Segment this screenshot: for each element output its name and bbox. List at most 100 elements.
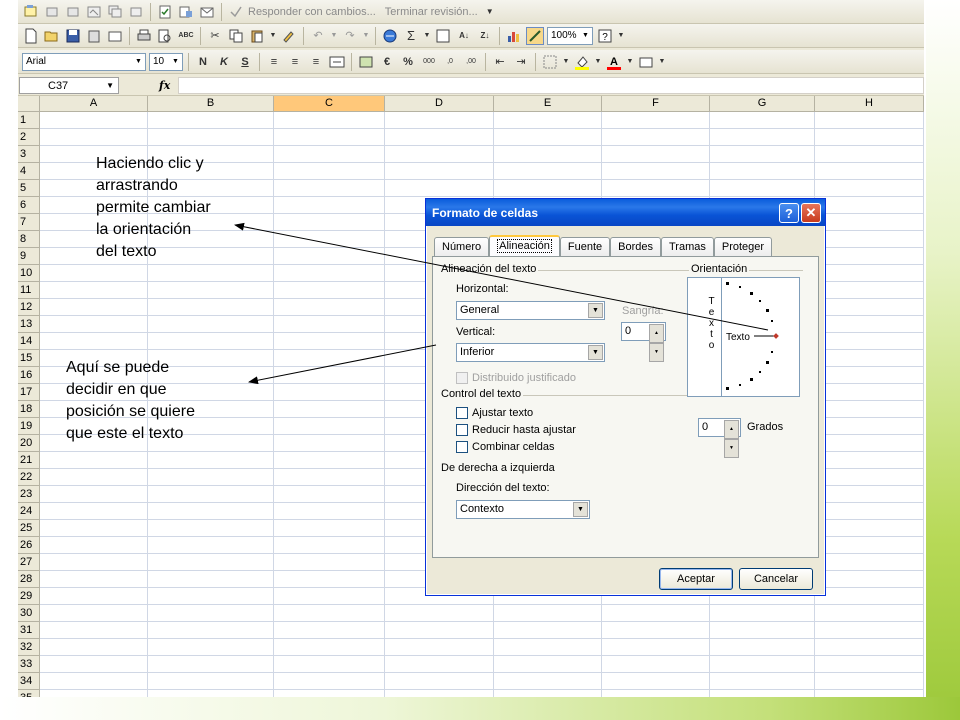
orientation-dial[interactable]: Texto	[722, 278, 802, 396]
merge-center-icon[interactable]	[328, 53, 346, 71]
spelling-icon[interactable]: ABC	[177, 27, 195, 45]
autosum-dropdown-icon[interactable]: ▼	[423, 27, 431, 45]
font-color-icon[interactable]: A	[605, 53, 623, 71]
row-header[interactable]: 20	[18, 435, 40, 452]
row-header[interactable]: 22	[18, 469, 40, 486]
horizontal-select[interactable]: General ▼	[456, 301, 605, 320]
open-folder-icon[interactable]	[43, 27, 61, 45]
row-header[interactable]: 30	[18, 605, 40, 622]
row-header[interactable]: 33	[18, 656, 40, 673]
drawing-icon[interactable]	[526, 26, 544, 45]
thousands-separator-icon[interactable]: 000	[420, 53, 438, 71]
degrees-spinner[interactable]: 0 ▲ ▼	[698, 418, 741, 458]
dialog-titlebar[interactable]: Formato de celdas ? ✕	[426, 199, 825, 226]
help-button[interactable]: ?	[779, 203, 799, 223]
merge-cells-checkbox[interactable]	[456, 441, 468, 453]
increase-indent-icon[interactable]: ⇥	[512, 53, 530, 71]
select-all-corner[interactable]	[18, 96, 40, 112]
row-header[interactable]: 19	[18, 418, 40, 435]
row-header[interactable]: 3	[18, 146, 40, 163]
show-comment-icon[interactable]	[85, 3, 103, 21]
accept-button[interactable]: Aceptar	[659, 568, 733, 590]
copy-icon[interactable]	[227, 27, 245, 45]
reply-with-changes-button[interactable]: Responder con cambios...	[248, 6, 376, 18]
hyperlink-icon[interactable]	[381, 27, 399, 45]
font-size-dropdown-icon[interactable]: ▼	[170, 55, 181, 69]
font-color-dropdown-icon[interactable]: ▼	[626, 53, 634, 71]
row-header[interactable]: 1	[18, 112, 40, 129]
decrease-decimal-icon[interactable]: ,00	[462, 53, 480, 71]
redo-icon[interactable]: ↷	[341, 27, 359, 45]
column-header-a[interactable]: A	[40, 96, 148, 112]
horizontal-dropdown-icon[interactable]: ▼	[588, 303, 603, 318]
insert-function-icon[interactable]	[434, 27, 452, 45]
tab-proteger[interactable]: Proteger	[713, 237, 773, 257]
end-review-button[interactable]: Terminar revisión...	[385, 6, 478, 18]
undo-dropdown-icon[interactable]: ▼	[330, 27, 338, 45]
undo-icon[interactable]: ↶	[309, 27, 327, 45]
tab-fuente[interactable]: Fuente	[559, 237, 611, 257]
row-header[interactable]: 6	[18, 197, 40, 214]
decrease-indent-icon[interactable]: ⇤	[491, 53, 509, 71]
shrink-to-fit-label[interactable]: Reducir hasta ajustar	[472, 424, 576, 436]
wrap-text-checkbox[interactable]	[456, 407, 468, 419]
row-header[interactable]: 8	[18, 231, 40, 248]
formula-input[interactable]	[178, 77, 924, 94]
new-comment-icon[interactable]	[22, 3, 40, 21]
new-document-icon[interactable]	[22, 27, 40, 45]
vertical-select[interactable]: Inferior ▼	[456, 343, 605, 362]
fill-color-icon[interactable]	[573, 53, 591, 71]
borders-dropdown-icon[interactable]: ▼	[562, 53, 570, 71]
delete-comment-icon[interactable]	[127, 3, 145, 21]
row-header[interactable]: 13	[18, 316, 40, 333]
zoom-select[interactable]: 100% ▼	[547, 26, 593, 45]
column-header-d[interactable]: D	[385, 96, 494, 112]
column-header-h[interactable]: H	[815, 96, 924, 112]
shrink-to-fit-checkbox[interactable]	[456, 424, 468, 436]
row-header[interactable]: 29	[18, 588, 40, 605]
font-size-select[interactable]: 10 ▼	[149, 52, 183, 71]
accept-change-icon[interactable]	[177, 3, 195, 21]
row-header[interactable]: 26	[18, 537, 40, 554]
row-header[interactable]: 28	[18, 571, 40, 588]
tab-bordes[interactable]: Bordes	[610, 237, 661, 257]
save-icon[interactable]	[64, 27, 82, 45]
column-header-f[interactable]: F	[602, 96, 710, 112]
column-header-b[interactable]: B	[148, 96, 274, 112]
percent-icon[interactable]: %	[399, 53, 417, 71]
fill-color-dropdown-icon[interactable]: ▼	[594, 53, 602, 71]
next-comment-icon[interactable]	[64, 3, 82, 21]
name-box[interactable]: C37 ▼	[19, 77, 119, 94]
row-header[interactable]: 2	[18, 129, 40, 146]
toolbar-options-icon[interactable]: ▼	[658, 53, 666, 71]
indent-spinner[interactable]: 0 ▲ ▼	[621, 322, 666, 362]
bold-icon[interactable]: N	[194, 53, 212, 71]
chart-wizard-icon[interactable]	[505, 27, 523, 45]
format-options-icon[interactable]	[637, 53, 655, 71]
row-header[interactable]: 14	[18, 333, 40, 350]
row-header[interactable]: 16	[18, 367, 40, 384]
sort-descending-icon[interactable]: Z↓	[476, 27, 494, 45]
column-header-g[interactable]: G	[710, 96, 815, 112]
autosum-icon[interactable]: Σ	[402, 27, 420, 45]
row-header[interactable]: 24	[18, 503, 40, 520]
text-direction-dropdown-icon[interactable]: ▼	[573, 502, 588, 517]
font-name-select[interactable]: Arial ▼	[22, 52, 146, 71]
close-button[interactable]: ✕	[801, 203, 821, 223]
show-all-comments-icon[interactable]	[106, 3, 124, 21]
cancel-button[interactable]: Cancelar	[739, 568, 813, 590]
vertical-text-toggle[interactable]: T e x t o	[702, 278, 722, 396]
text-direction-select[interactable]: Contexto ▼	[456, 500, 590, 519]
merge-cells-label[interactable]: Combinar celdas	[472, 441, 555, 453]
send-mail-icon[interactable]	[198, 3, 216, 21]
row-header[interactable]: 10	[18, 265, 40, 282]
tab-alineacion[interactable]: Alineación	[489, 235, 560, 257]
degrees-spin-arrows-icon[interactable]: ▲ ▼	[724, 420, 739, 458]
paste-dropdown-icon[interactable]: ▼	[269, 27, 277, 45]
help-dropdown-icon[interactable]: ▼	[617, 27, 625, 45]
row-header[interactable]: 23	[18, 486, 40, 503]
row-header[interactable]: 12	[18, 299, 40, 316]
underline-icon[interactable]: S	[236, 53, 254, 71]
cut-icon[interactable]: ✂	[206, 27, 224, 45]
row-header[interactable]: 15	[18, 350, 40, 367]
